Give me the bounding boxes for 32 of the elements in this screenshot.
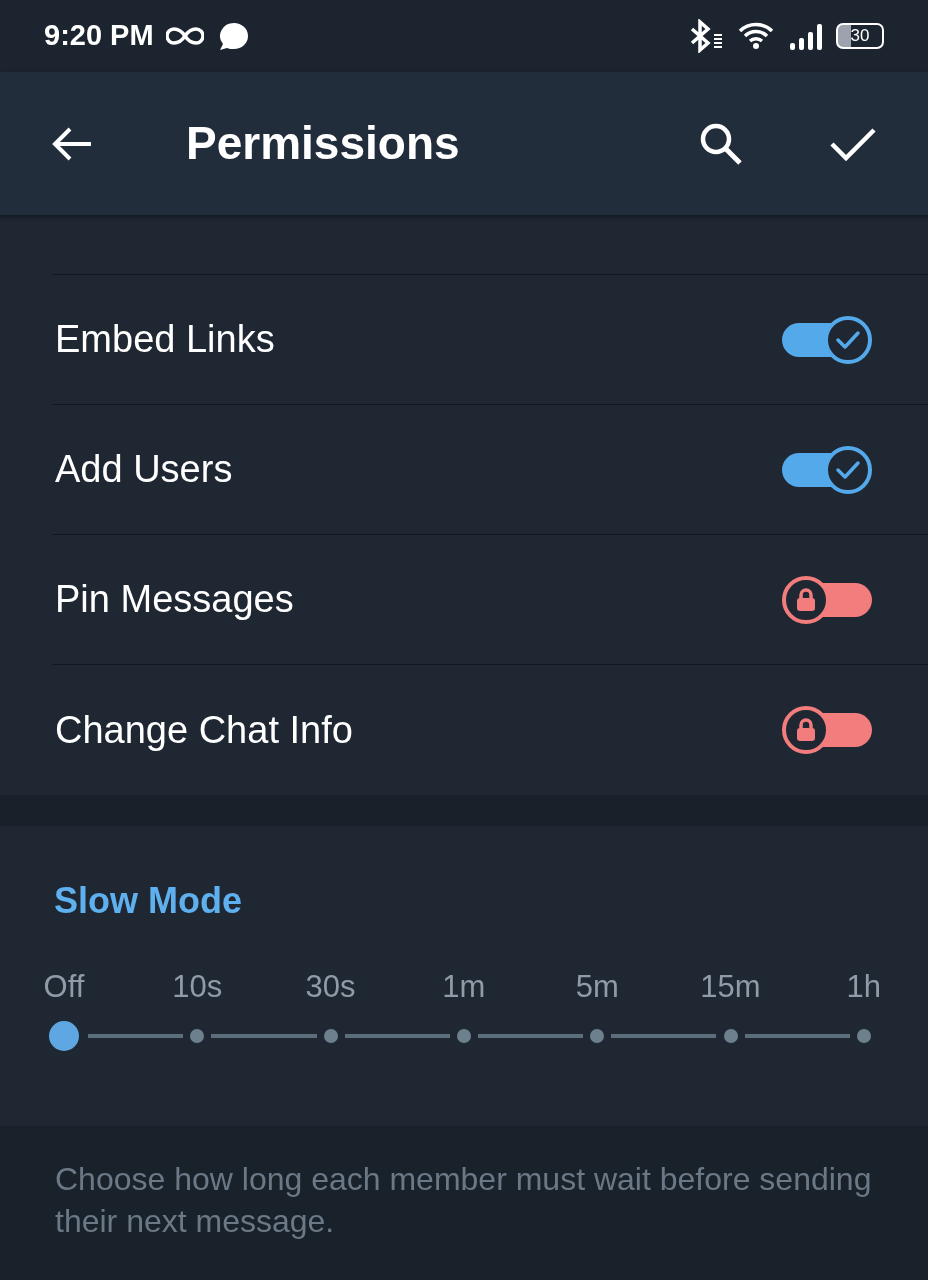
toggle-switch[interactable] [782,705,872,755]
check-icon [829,125,877,162]
lock-icon [796,587,816,612]
status-time: 9:20 PM [44,18,154,54]
back-arrow-icon [51,125,93,162]
check-icon [835,328,861,351]
permission-label: Change Chat Info [55,707,353,753]
section-title: Slow Mode [54,879,243,923]
toggle-switch[interactable] [782,314,872,365]
page-title: Permissions [186,116,460,171]
slider-tick-label: 10s [172,968,223,1006]
permission-label: Add Users [55,447,233,492]
slider-tick-label: 1m [442,968,486,1006]
slider-tick-label: 1h [846,968,882,1006]
cellular-signal-icon [788,21,824,51]
slider-tick-label: 15m [700,968,761,1006]
permission-label: Embed Links [55,317,275,362]
chat-bubble-icon [217,21,250,51]
slider-tick-label: Off [43,968,85,1006]
permission-label: Pin Messages [55,577,294,622]
slider-thumb[interactable] [49,1021,79,1051]
bluetooth-icon [688,19,724,53]
slider-tick-label: 5m [575,968,619,1006]
battery-indicator: 30 [836,23,884,49]
slider-tick-label: 30s [305,968,356,1006]
wifi-icon [738,22,774,50]
check-icon [835,458,861,481]
infinity-icon [165,26,204,46]
toggle-switch[interactable] [782,444,872,495]
lock-icon [796,718,816,742]
toggle-switch[interactable] [782,574,872,625]
slow-mode-hint: Choose how long each member must wait before sending their next message. [54,1160,873,1241]
